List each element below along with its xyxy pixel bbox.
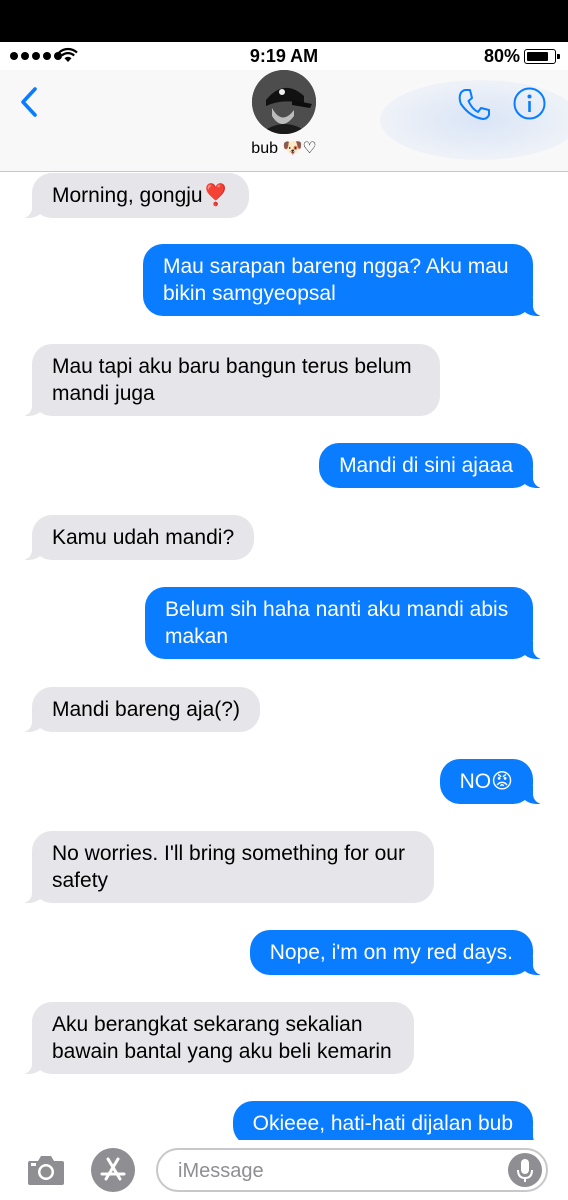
message-bubble-incoming[interactable]: Mandi bareng aja(?) [22,687,260,732]
app-store-icon[interactable] [91,1148,135,1192]
message-bubble-outgoing[interactable]: Okieee, hati-hati dijalan bub [232,1101,544,1140]
message-bubble-outgoing[interactable]: NO😡 [439,759,544,804]
camera-icon[interactable] [26,1153,66,1187]
message-thread[interactable]: Morning, gongju❣️ Mau sarapan bareng ngg… [0,173,568,1140]
avatar[interactable] [252,70,316,134]
chevron-left-icon[interactable] [16,84,44,120]
message-bubble-outgoing[interactable]: Nope, i'm on my red days. [249,930,544,975]
microphone-icon[interactable] [508,1153,542,1187]
battery-icon [524,49,560,64]
input-placeholder: iMessage [178,1160,264,1182]
device-top-bezel [0,0,568,42]
status-bar: 9:19 AM 80% [0,42,568,70]
conversation-header: bub 🐶♡ [0,70,568,172]
info-icon[interactable] [513,87,546,120]
message-bubble-incoming[interactable]: Morning, gongju❣️ [22,173,249,218]
message-bubble-incoming[interactable]: Mau tapi aku baru bangun terus belum man… [22,344,440,416]
status-time: 9:19 AM [249,46,319,66]
contact-name[interactable]: bub 🐶♡ [0,138,568,158]
imessage-input[interactable]: iMessage [156,1148,548,1192]
message-bubble-incoming[interactable]: No worries. I'll bring something for our… [22,831,434,903]
battery-percentage: 80% [483,46,520,66]
message-bubble-incoming[interactable]: Aku berangkat sekarang sekalian bawain b… [22,1002,414,1074]
phone-icon[interactable] [456,86,492,122]
message-bubble-outgoing[interactable]: Mau sarapan bareng ngga? Aku mau bikin s… [143,244,543,316]
message-bubble-incoming[interactable]: Kamu udah mandi? [21,515,255,560]
message-bubble-outgoing[interactable]: Belum sih haha nanti aku mandi abis maka… [145,587,543,659]
message-bubble-outgoing[interactable]: Mandi di sini ajaaa [319,443,543,488]
message-composer-bar: iMessage [0,1140,568,1200]
